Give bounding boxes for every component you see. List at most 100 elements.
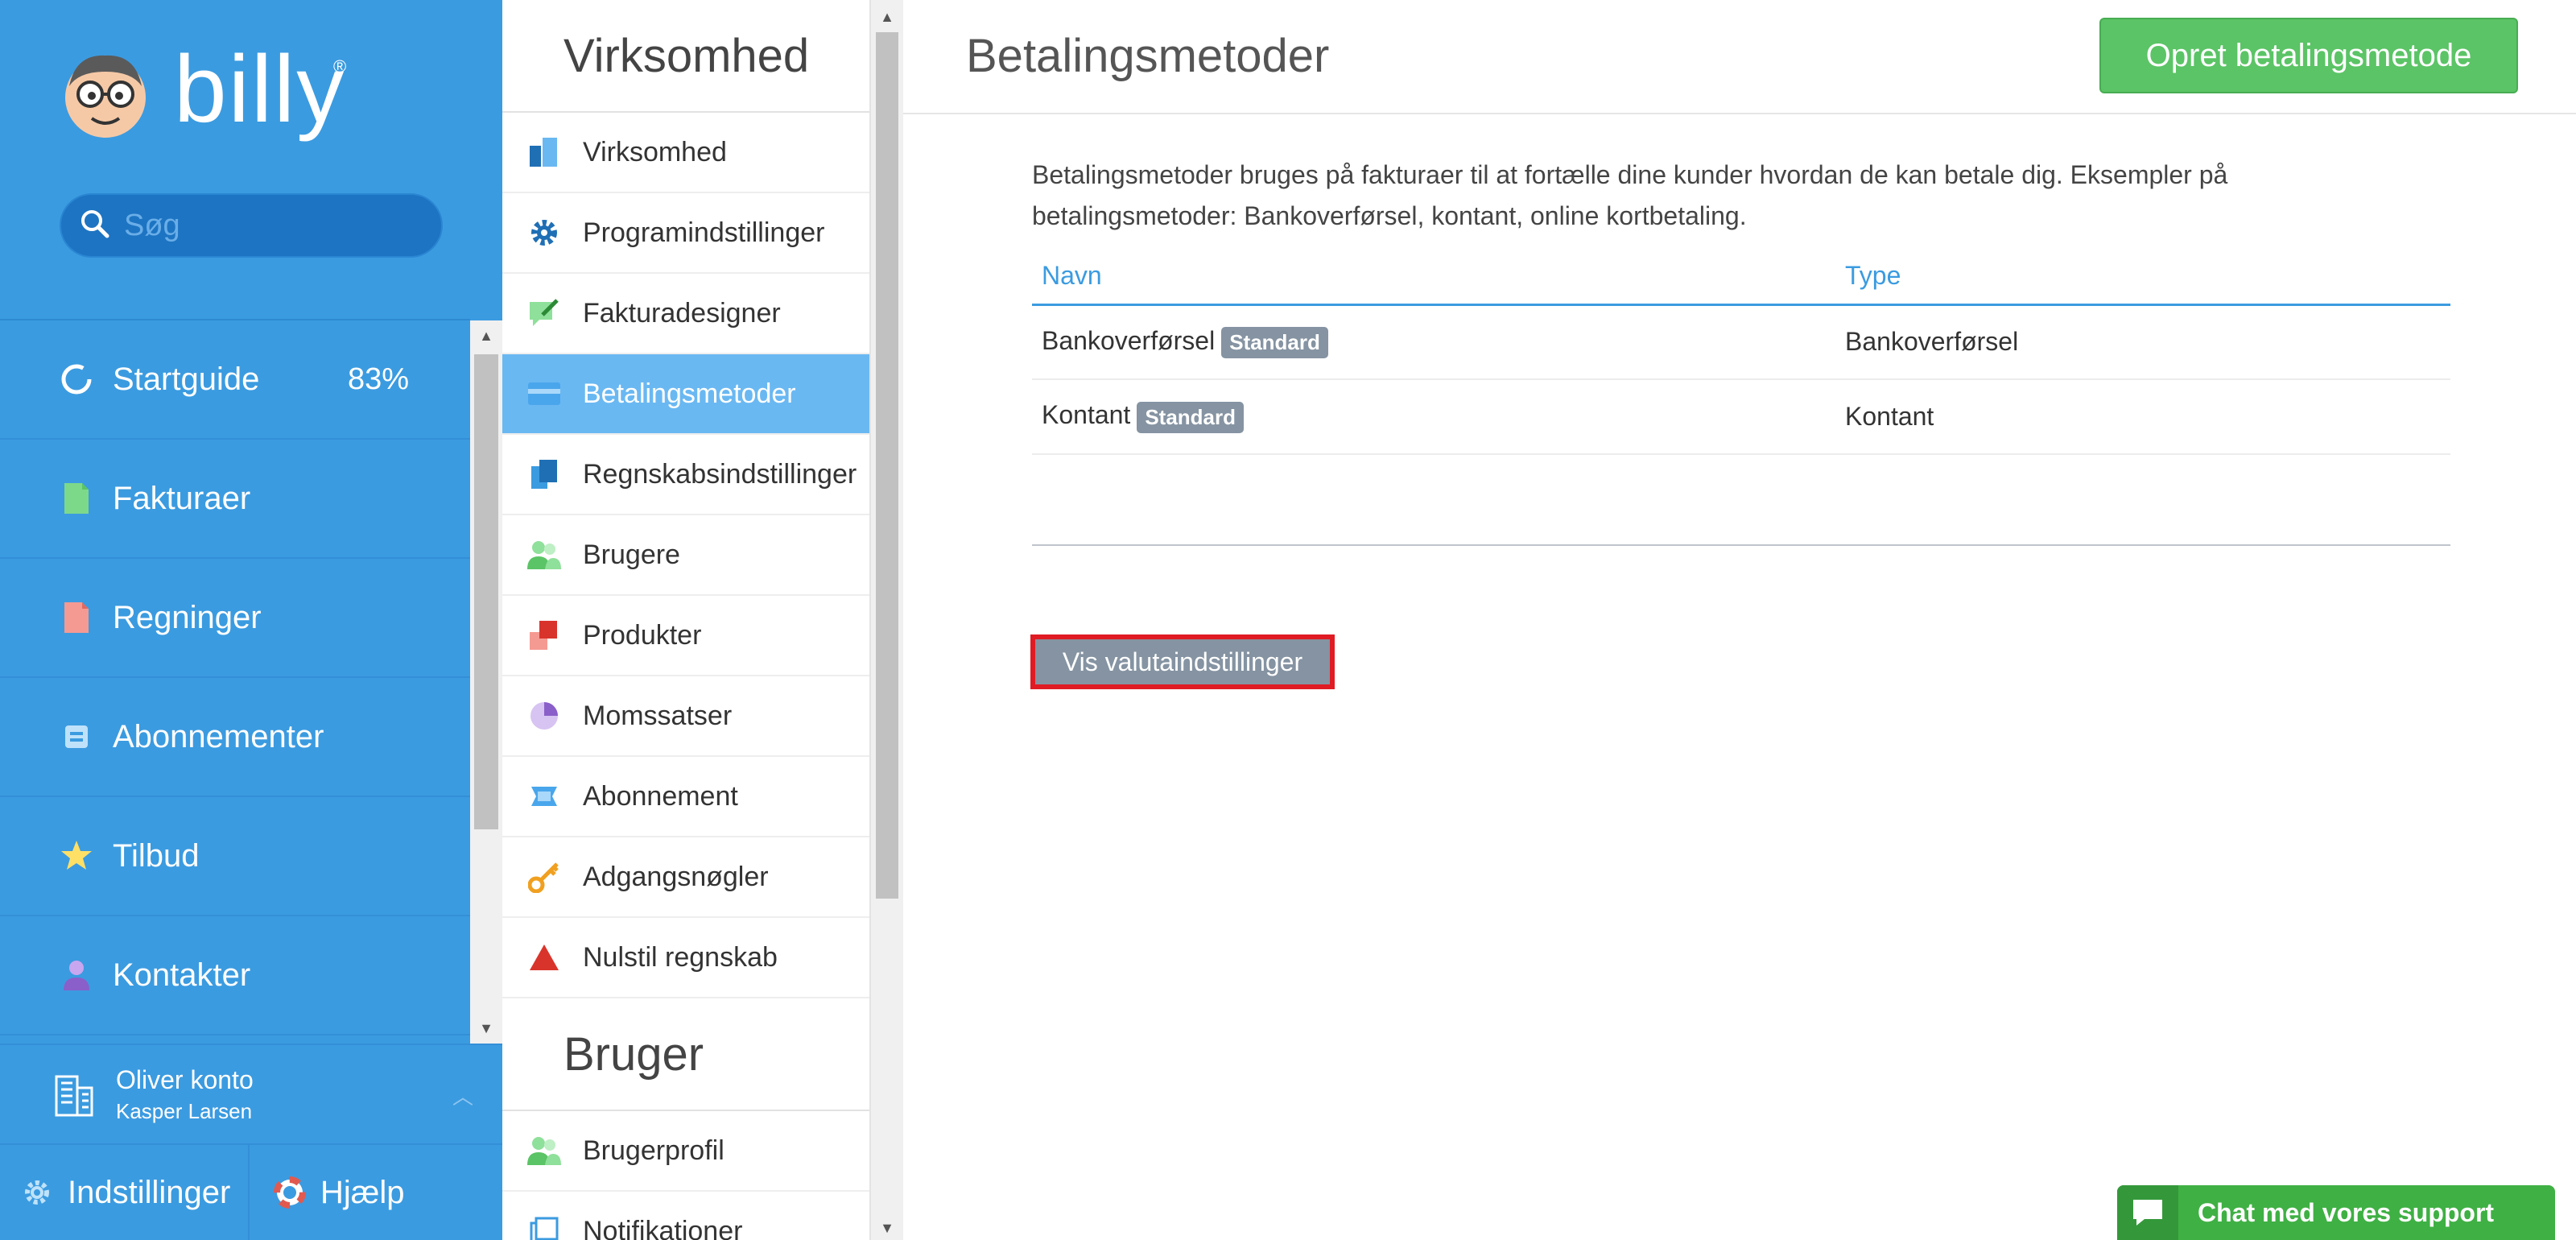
main-sidebar: billy ® Startguide 83% Fakturaer Regning… — [0, 0, 502, 1240]
settings-button[interactable]: Indstillinger — [0, 1145, 250, 1240]
create-payment-method-button[interactable]: Opret betalingsmetode — [2099, 18, 2518, 93]
standard-badge: Standard — [1137, 401, 1244, 433]
menu-item-momssatser[interactable]: Momssatser — [502, 676, 869, 757]
menu-item-label: Produkter — [583, 619, 702, 651]
search-icon — [79, 208, 111, 244]
section-title-user: Bruger — [502, 998, 869, 1111]
scrollbar-thumb[interactable] — [876, 32, 898, 899]
search-input[interactable] — [124, 208, 414, 243]
help-button[interactable]: Hjælp — [250, 1145, 404, 1240]
menu-item-label: Nulstil regnskab — [583, 941, 778, 973]
menu-item-abonnement[interactable]: Abonnement — [502, 757, 869, 837]
users-icon — [526, 537, 562, 572]
warning-triangle-icon — [526, 940, 562, 975]
menu-item-nulstil-regnskab[interactable]: Nulstil regnskab — [502, 918, 869, 998]
pie-chart-icon — [526, 698, 562, 734]
menu-item-regnskabsindstillinger[interactable]: Regnskabsindstillinger — [502, 435, 869, 515]
menu-item-brugerprofil[interactable]: Brugerprofil — [502, 1111, 869, 1192]
column-header-type[interactable]: Type — [1835, 248, 2450, 306]
menu-item-fakturadesigner[interactable]: Fakturadesigner — [502, 274, 869, 354]
menu-item-label: Adgangsnøgler — [583, 861, 769, 892]
nav-item-regninger[interactable]: Regninger — [0, 559, 470, 678]
menu-item-label: Momssatser — [583, 700, 733, 731]
show-currency-settings-button[interactable]: Vis valutaindstillinger — [1030, 634, 1335, 689]
sidebar-bottom-bar: Indstillinger Hjælp — [0, 1143, 502, 1240]
nav-item-label: Fakturaer — [113, 480, 251, 516]
nav-item-label: Startguide — [113, 361, 260, 397]
products-icon — [526, 618, 562, 653]
registered-mark: ® — [333, 56, 347, 76]
help-label: Hjælp — [320, 1174, 405, 1210]
nav-item-abonnementer[interactable]: Abonnementer — [0, 678, 470, 797]
intro-text: Betalingsmetoder bruges på fakturaer til… — [1032, 160, 2228, 230]
billy-mascot-icon — [61, 48, 150, 141]
payment-method-name[interactable]: Bankoverførsel — [1042, 326, 1215, 355]
scroll-down-arrow-icon[interactable]: ▼ — [871, 1216, 903, 1240]
bill-icon — [56, 597, 97, 638]
menu-item-betalingsmetoder[interactable]: Betalingsmetoder — [502, 354, 869, 435]
menu-item-programindstillinger[interactable]: Programindstillinger — [502, 193, 869, 274]
user-profile-icon — [526, 1133, 562, 1168]
main-nav: Startguide 83% Fakturaer Regninger Abonn… — [0, 319, 470, 1044]
nav-item-fakturaer[interactable]: Fakturaer — [0, 440, 470, 559]
settings-menu-scrollbar[interactable]: ▲ ▼ — [871, 0, 903, 1240]
scroll-up-arrow-icon[interactable]: ▲ — [871, 5, 903, 29]
table-header-row: Navn Type — [1032, 248, 2450, 306]
menu-item-label: Abonnement — [583, 780, 738, 812]
key-icon — [526, 859, 562, 895]
subscription-icon — [526, 779, 562, 814]
menu-item-brugere[interactable]: Brugere — [502, 515, 869, 596]
settings-label: Indstillinger — [68, 1174, 231, 1210]
section-divider — [1032, 544, 2450, 546]
standard-badge: Standard — [1221, 326, 1328, 358]
star-icon — [56, 836, 97, 876]
main-content: Betalingsmetoder Opret betalingsmetode B… — [903, 0, 2576, 1240]
accounting-icon — [526, 457, 562, 492]
brand-name: billy — [174, 36, 346, 143]
menu-item-adgangsnogler[interactable]: Adgangsnøgler — [502, 837, 869, 918]
account-user: Kasper Larsen — [116, 1098, 253, 1123]
chat-support-button[interactable]: Chat med vores support — [2117, 1185, 2555, 1240]
menu-item-virksomhed[interactable]: Virksomhed — [502, 113, 869, 193]
menu-item-notifikationer[interactable]: Notifikationer — [502, 1192, 869, 1240]
payment-method-name-cell[interactable]: Bankoverførsel Standard — [1032, 304, 1835, 380]
progress-percent: 83% — [347, 362, 409, 396]
menu-item-label: Regnskabsindstillinger — [583, 458, 857, 490]
scrollbar-thumb[interactable] — [474, 354, 498, 829]
invoice-icon — [56, 478, 97, 519]
page-title: Betalingsmetoder — [966, 30, 1330, 82]
payment-method-type: Kontant — [1835, 379, 2450, 455]
scroll-down-arrow-icon[interactable]: ▼ — [470, 1016, 502, 1040]
column-header-name[interactable]: Navn — [1032, 248, 1835, 306]
table-row[interactable]: Bankoverførsel Standard Bankoverførsel — [1032, 304, 2450, 380]
nav-item-startguide[interactable]: Startguide 83% — [0, 320, 470, 440]
page-header: Betalingsmetoder Opret betalingsmetode — [903, 0, 2576, 114]
chevron-up-icon: ︿ — [452, 1085, 473, 1109]
chat-support-label: Chat med vores support — [2198, 1197, 2495, 1227]
invoice-design-icon — [526, 296, 562, 331]
menu-item-label: Brugerprofil — [583, 1135, 724, 1166]
menu-item-label: Brugere — [583, 539, 680, 570]
scroll-up-arrow-icon[interactable]: ▲ — [470, 324, 502, 348]
lifebuoy-icon — [274, 1176, 306, 1209]
menu-item-produkter[interactable]: Produkter — [502, 596, 869, 676]
nav-item-kontakter[interactable]: Kontakter — [0, 916, 470, 1035]
nav-item-label: Abonnementer — [113, 718, 324, 754]
payment-method-type: Bankoverførsel — [1835, 304, 2450, 380]
payment-methods-table: Navn Type Bankoverførsel Standard Bankove… — [1032, 248, 2450, 455]
gear-icon — [21, 1176, 53, 1209]
payment-method-name-cell[interactable]: Kontant Standard — [1032, 379, 1835, 455]
billy-logo[interactable]: billy ® — [61, 36, 347, 147]
search-box[interactable] — [60, 193, 443, 258]
credit-card-icon — [526, 376, 562, 411]
payment-method-name[interactable]: Kontant — [1042, 400, 1130, 429]
company-icon — [526, 134, 562, 170]
gear-icon — [526, 215, 562, 250]
sidebar-scrollbar[interactable]: ▲ ▼ — [470, 320, 502, 1044]
notifications-icon — [526, 1213, 562, 1240]
building-icon — [53, 1072, 95, 1117]
table-row[interactable]: Kontant Standard Kontant — [1032, 379, 2450, 455]
account-switcher[interactable]: Oliver konto Kasper Larsen ︿ — [0, 1044, 502, 1143]
nav-item-tilbud[interactable]: Tilbud — [0, 797, 470, 916]
menu-item-label: Fakturadesigner — [583, 297, 781, 329]
